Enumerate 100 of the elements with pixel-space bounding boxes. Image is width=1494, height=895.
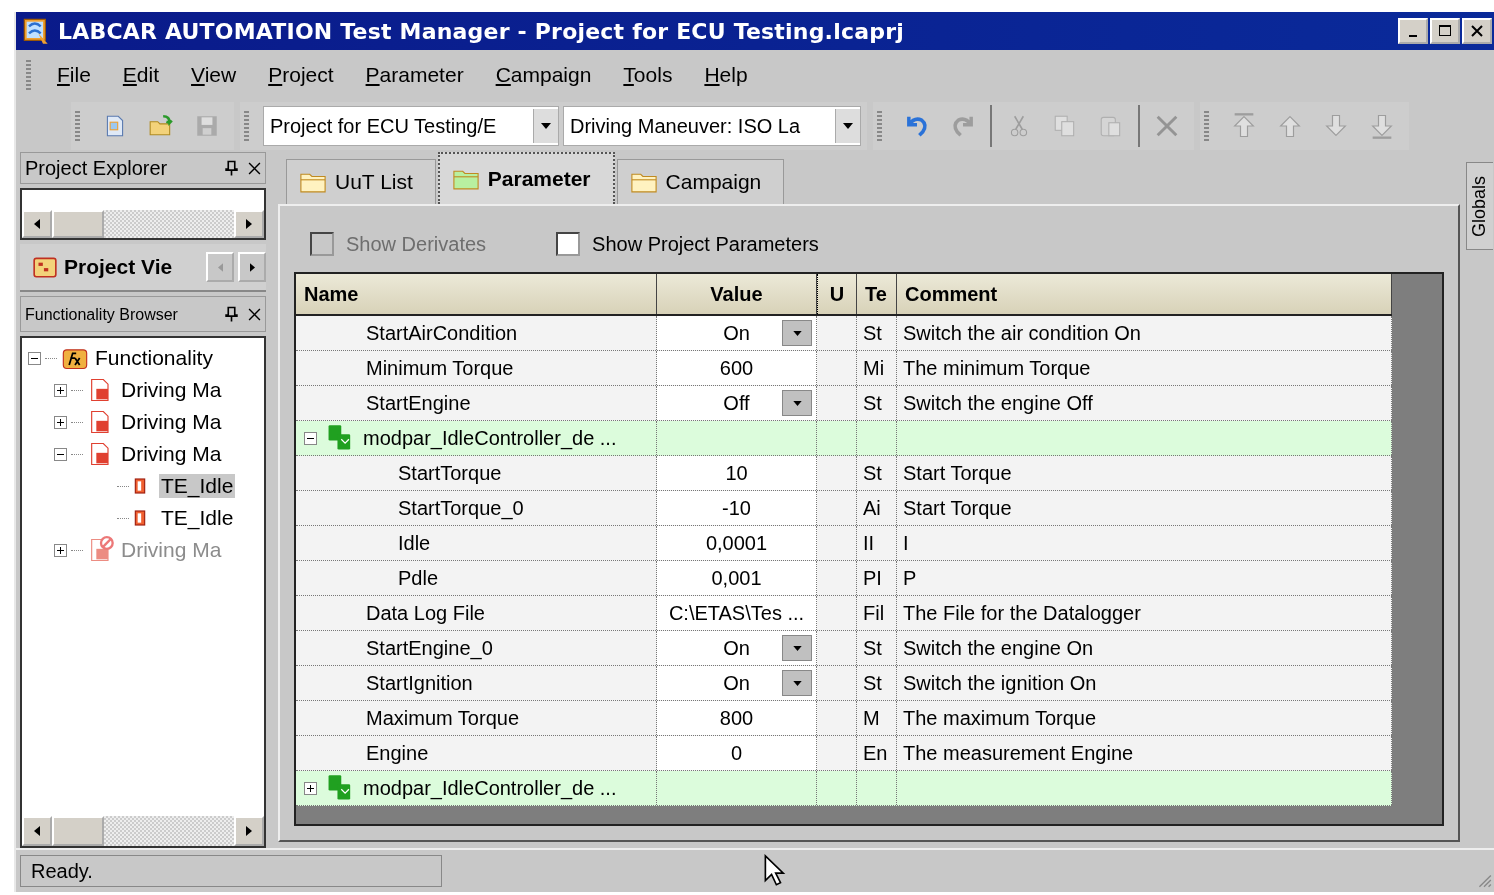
maximize-button[interactable] [1430,18,1460,44]
arrow-to-bottom-icon [1368,112,1396,140]
parameter-name: StartTorque [398,461,502,485]
caret-icon [792,645,802,651]
panel-title: Functionality Browser [25,306,179,322]
resize-grip-icon[interactable] [1476,872,1492,888]
right-arrow-icon [246,826,252,836]
menu-item[interactable]: File [41,59,107,91]
group-name[interactable]: modpar_IdleController_de ... [363,776,617,800]
parameter-value[interactable]: 600 [719,356,754,380]
minimize-icon [1409,35,1417,37]
horizontal-scrollbar[interactable] [22,210,264,238]
app-icon [22,17,50,45]
menu-item[interactable]: View [175,59,253,91]
comment-cell: P [903,566,917,590]
column-header[interactable]: U [817,274,857,314]
menu-item[interactable]: Parameter [349,59,480,91]
parameter-value[interactable]: Off [723,391,750,415]
checkbox[interactable] [556,232,581,256]
tab[interactable]: Parameter [437,152,615,204]
maneuver-combo[interactable]: Driving Maneuver: ISO La [563,106,861,146]
table-cell: PI [863,566,882,590]
pin-icon[interactable] [225,306,238,322]
folder-icon [629,171,658,193]
tree-item[interactable]: TE_Idle [159,474,236,498]
comment-cell: Start Torque [903,461,1012,485]
column-header[interactable]: Comment [897,274,1392,314]
table-cell: St [863,321,882,345]
comment-cell: The minimum Torque [903,356,1091,380]
mouse-pointer-icon [764,854,786,888]
parameter-value[interactable]: On [723,321,750,345]
maximize-icon [1438,24,1452,38]
dropdown-button[interactable] [782,635,812,661]
test-icon [133,476,147,496]
expand-toggle[interactable] [304,781,317,795]
parameter-value[interactable]: -10 [722,496,751,520]
close-icon[interactable] [248,161,261,175]
caret-icon [541,123,551,129]
tree-item[interactable]: TE_Idle [159,506,236,530]
comment-cell: Start Torque [903,496,1012,520]
expand-toggle[interactable] [304,431,317,445]
left-arrow-icon [217,262,223,272]
menu-item[interactable]: Edit [106,59,176,91]
comment-cell: The maximum Torque [903,706,1097,730]
close-icon[interactable] [248,307,261,321]
menu-item[interactable]: Help [688,59,764,91]
scroll-right-button[interactable] [238,252,266,282]
comment-cell: Switch the ignition On [903,671,1097,695]
comment-cell: Switch the engine Off [903,391,1093,415]
dropdown-button[interactable] [782,670,812,696]
expand-toggle[interactable] [28,351,41,365]
menu-item[interactable]: Project [252,59,350,91]
parameter-value[interactable]: 10 [725,461,748,485]
tree-item[interactable]: Driving Ma [119,410,224,434]
tree-item[interactable]: Functionality [93,346,215,370]
tab[interactable]: UuT List [286,159,436,204]
comment-cell: The File for the Datalogger [903,601,1141,625]
expand-toggle[interactable] [54,415,67,429]
column-header[interactable]: Value [657,274,817,314]
expand-toggle[interactable] [54,383,67,397]
column-header[interactable]: Name [296,274,657,314]
project-combo[interactable]: Project for ECU Testing/E [263,106,559,146]
folder-icon [299,171,327,193]
parameter-name: Engine [366,741,429,765]
arrow-to-top-icon [1230,112,1258,140]
side-tab[interactable]: Globals [1466,162,1493,250]
dropdown-button[interactable] [782,320,812,346]
table-cell: En [863,741,888,765]
table-cell: Mi [863,356,885,380]
tree-item[interactable]: Driving Ma [119,378,224,402]
menu-item[interactable]: Tools [607,59,689,91]
minimize-button[interactable] [1398,18,1428,44]
parameter-value[interactable]: On [723,671,750,695]
right-arrow-icon [246,219,252,229]
parameter-value[interactable]: 800 [719,706,754,730]
module-icon [327,774,353,802]
tab[interactable]: Campaign [616,159,785,204]
left-arrow-icon [34,219,40,229]
tree-item[interactable]: Driving Ma [119,442,224,466]
panel-title: Project Explorer [25,156,169,180]
comment-cell: The measurement Engine [903,741,1134,765]
test-icon [133,508,147,528]
table-cell: M [863,706,880,730]
close-button[interactable] [1462,18,1492,44]
horizontal-scrollbar[interactable] [22,816,264,846]
caret-icon [792,400,802,406]
pin-icon[interactable] [225,160,238,176]
column-header[interactable]: Te [857,274,897,314]
right-arrow-icon [249,262,255,272]
expand-toggle[interactable] [54,447,67,461]
parameter-value[interactable]: 0 [730,741,743,765]
caret-icon [792,680,802,686]
menu-item[interactable]: Campaign [479,59,608,91]
group-name[interactable]: modpar_IdleController_de ... [363,426,617,450]
parameter-name: StartEngine_0 [366,636,493,660]
table-cell: II [863,531,875,555]
window-title: LABCAR AUTOMATION Test Manager - Project for ECU Testing.lcaprj [58,18,905,44]
dropdown-button[interactable] [782,390,812,416]
parameter-value[interactable]: On [723,636,750,660]
comment-cell: Switch the engine On [903,636,1094,660]
